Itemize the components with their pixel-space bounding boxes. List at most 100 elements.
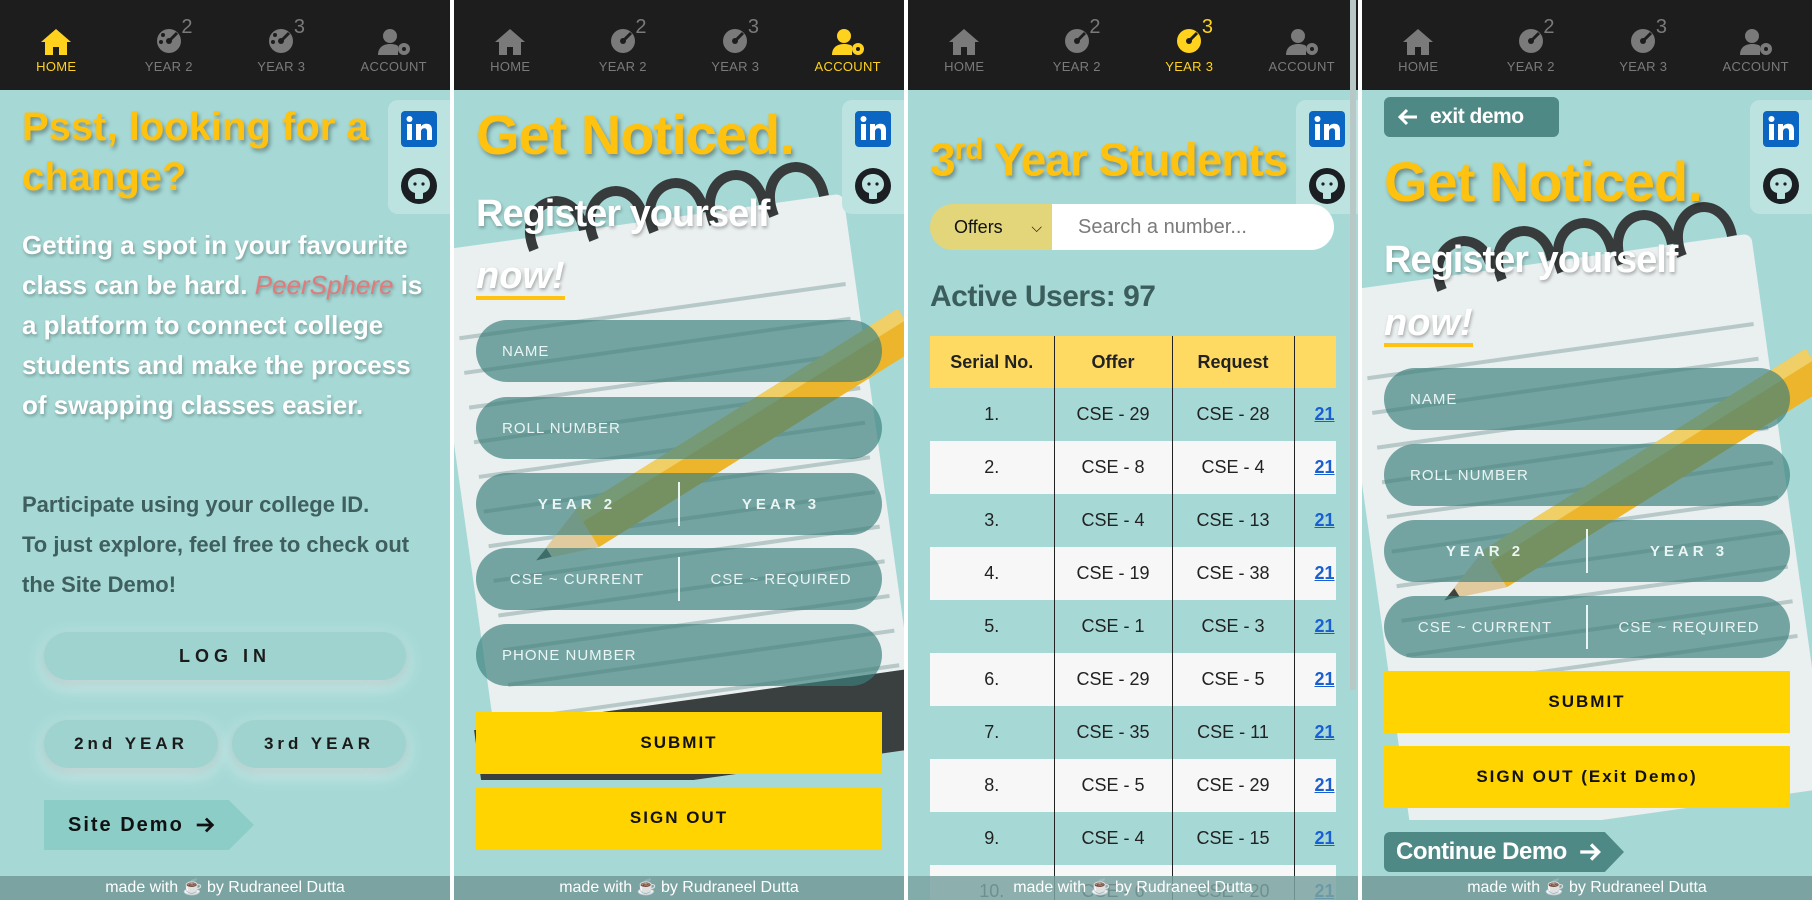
cell-offer: CSE - 29 <box>1054 388 1173 441</box>
nav-year2[interactable]: 2 YEAR 2 <box>1021 0 1134 90</box>
exit-demo-label: exit demo <box>1430 105 1524 128</box>
account-gear-icon <box>1285 29 1318 55</box>
cell-contact-link[interactable]: 21 <box>1294 494 1336 547</box>
year3-option[interactable]: YEAR 3 <box>1588 543 1790 560</box>
nav-year3-icon-wrap: 3 <box>717 16 759 59</box>
nav-year3[interactable]: 3 YEAR 3 <box>225 0 338 90</box>
cell-offer: CSE - 4 <box>1054 812 1173 865</box>
search-input[interactable] <box>1052 204 1334 250</box>
table-row: 1. CSE - 29 CSE - 28 21 <box>930 388 1336 441</box>
site-demo-button[interactable]: Site Demo <box>44 800 254 850</box>
roll-number-field[interactable]: ROLL NUMBER <box>476 397 882 459</box>
top-nav: HOME 2 YEAR 2 3 YEAR 3 ACCOUNT <box>0 0 450 90</box>
year2-option[interactable]: YEAR 2 <box>1384 543 1586 560</box>
arrow-right-icon <box>196 817 215 833</box>
table-row: 2. CSE - 8 CSE - 4 21 <box>930 441 1336 494</box>
cell-contact-link[interactable]: 21 <box>1294 759 1336 812</box>
col-serial[interactable]: Serial No. <box>930 336 1055 388</box>
scrollbar-track[interactable] <box>1350 0 1356 690</box>
cell-contact-link[interactable]: 21 <box>1294 812 1336 865</box>
register-panel: HOME 2 YEAR 2 3 YEAR 3 ACCOUNT Get Notic… <box>454 0 904 900</box>
cell-request: CSE - 13 <box>1172 494 1295 547</box>
nav-account[interactable]: ACCOUNT <box>792 0 905 90</box>
nav-year2-label: YEAR 2 <box>598 59 647 74</box>
name-field[interactable]: NAME <box>476 320 882 382</box>
submit-button[interactable]: SUBMIT <box>1384 671 1790 733</box>
nav-year2-sup: 2 <box>181 16 193 38</box>
github-icon[interactable] <box>853 166 893 206</box>
continue-demo-button[interactable]: Continue Demo <box>1384 832 1624 872</box>
nav-home[interactable]: HOME <box>908 0 1021 90</box>
table-row: 7. CSE - 35 CSE - 11 21 <box>930 706 1336 759</box>
cell-contact-link[interactable]: 21 <box>1294 653 1336 706</box>
github-icon[interactable] <box>1761 166 1801 206</box>
exit-demo-button[interactable]: exit demo <box>1384 97 1559 137</box>
github-icon[interactable] <box>399 166 439 206</box>
github-icon[interactable] <box>1307 166 1347 206</box>
linkedin-icon[interactable] <box>853 109 893 149</box>
cell-request: CSE - 29 <box>1172 759 1295 812</box>
current-section-field[interactable]: CSE ~ CURRENT <box>1384 619 1586 636</box>
year3-button[interactable]: 3rd YEAR <box>232 720 406 768</box>
submit-button[interactable]: SUBMIT <box>476 712 882 774</box>
cell-contact-link[interactable]: 21 <box>1294 388 1336 441</box>
nav-year2-icon-wrap: 2 <box>1513 16 1554 59</box>
social-links <box>842 100 904 214</box>
nav-year3-sup: 3 <box>293 16 306 38</box>
cell-contact-link[interactable]: 21 <box>1294 441 1336 494</box>
cell-contact-link[interactable]: 21 <box>1294 547 1336 600</box>
cell-request: CSE - 5 <box>1172 653 1295 706</box>
nav-year3[interactable]: 3 YEAR 3 <box>679 0 792 90</box>
linkedin-icon[interactable] <box>1761 109 1801 149</box>
nav-home[interactable]: HOME <box>0 0 113 90</box>
cell-contact-link[interactable]: 21 <box>1294 706 1336 759</box>
nav-year2-sup: 2 <box>1543 16 1555 38</box>
col-request[interactable]: Request <box>1172 336 1295 388</box>
demo-title: Get Noticed. <box>1384 150 1703 213</box>
active-users-count: Active Users: 97 <box>930 280 1156 313</box>
name-field[interactable]: NAME <box>1384 368 1790 430</box>
nav-account[interactable]: ACCOUNT <box>338 0 451 90</box>
students-panel: HOME 2 YEAR 2 3 YEAR 3 ACCOUNT 3rd Year … <box>908 0 1358 900</box>
required-section-field[interactable]: CSE ~ REQUIRED <box>680 571 882 588</box>
current-section-field[interactable]: CSE ~ CURRENT <box>476 571 678 588</box>
home-icon <box>1403 29 1434 55</box>
table-row: 3. CSE - 4 CSE - 13 21 <box>930 494 1336 547</box>
linkedin-icon[interactable] <box>1307 109 1347 149</box>
nav-year2-label: YEAR 2 <box>1052 59 1101 74</box>
year-selector: YEAR 2 YEAR 3 <box>476 473 882 535</box>
filter-select[interactable]: Offers ⌵ <box>930 204 1052 250</box>
nav-year2[interactable]: 2 YEAR 2 <box>567 0 680 90</box>
nav-account[interactable]: ACCOUNT <box>1246 0 1359 90</box>
site-demo-label: Site Demo <box>68 813 184 836</box>
nav-year3-label: YEAR 3 <box>257 59 306 74</box>
login-button[interactable]: LOG IN <box>44 632 406 680</box>
phone-number-field[interactable]: PHONE NUMBER <box>476 624 882 686</box>
nav-year2[interactable]: 2 YEAR 2 <box>1475 0 1588 90</box>
year2-option[interactable]: YEAR 2 <box>476 496 678 513</box>
section-selector: CSE ~ CURRENT CSE ~ REQUIRED <box>1384 596 1790 658</box>
linkedin-icon[interactable] <box>399 109 439 149</box>
home-icon <box>495 29 526 55</box>
nav-year2[interactable]: 2 YEAR 2 <box>113 0 226 90</box>
cell-request: CSE - 15 <box>1172 812 1295 865</box>
table-row: 5. CSE - 1 CSE - 3 21 <box>930 600 1336 653</box>
required-section-field[interactable]: CSE ~ REQUIRED <box>1588 619 1790 636</box>
chevron-down-icon: ⌵ <box>1031 218 1042 235</box>
roll-number-field[interactable]: ROLL NUMBER <box>1384 444 1790 506</box>
cell-contact-link[interactable]: 21 <box>1294 600 1336 653</box>
cell-offer: CSE - 35 <box>1054 706 1173 759</box>
year3-option[interactable]: YEAR 3 <box>680 496 882 513</box>
col-offer[interactable]: Offer <box>1054 336 1173 388</box>
nav-year3[interactable]: 3 YEAR 3 <box>1587 0 1700 90</box>
cell-offer: CSE - 1 <box>1054 600 1173 653</box>
sign-out-exit-demo-button[interactable]: SIGN OUT (Exit Demo) <box>1384 746 1790 808</box>
nav-year3-icon-wrap: 3 <box>263 16 305 59</box>
nav-account[interactable]: ACCOUNT <box>1700 0 1812 90</box>
nav-home[interactable]: HOME <box>1362 0 1475 90</box>
sign-out-button[interactable]: SIGN OUT <box>476 787 882 849</box>
nav-home[interactable]: HOME <box>454 0 567 90</box>
nav-year3[interactable]: 3 YEAR 3 <box>1133 0 1246 90</box>
nav-year3-sup: 3 <box>1655 16 1668 38</box>
year2-button[interactable]: 2nd YEAR <box>44 720 218 768</box>
